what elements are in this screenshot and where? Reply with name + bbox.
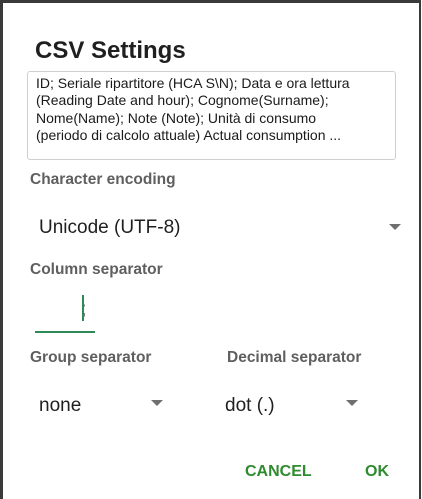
ok-button[interactable]: OK	[365, 463, 389, 481]
text-cursor	[82, 295, 84, 321]
dialog-title: CSV Settings	[35, 37, 186, 64]
column-separator-input[interactable]: ;	[35, 293, 95, 333]
caret-down-icon	[389, 224, 401, 230]
csv-settings-dialog: CSV Settings ID; Seriale ripartitore (HC…	[0, 0, 421, 499]
decimal-separator-select[interactable]: dot (.)	[213, 383, 373, 427]
group-separator-label: Group separator	[30, 349, 152, 366]
columns-text-line: (Reading Date and hour); Cognome(Surname…	[36, 92, 329, 109]
column-separator-label: Column separator	[30, 261, 163, 278]
character-encoding-value: Unicode (UTF-8)	[39, 217, 181, 238]
character-encoding-label: Character encoding	[30, 171, 176, 188]
columns-text-line: (periodo di calcolo attuale) Actual cons…	[36, 126, 342, 143]
cancel-button[interactable]: CANCEL	[245, 463, 312, 481]
input-underline	[35, 331, 95, 333]
columns-text-line: Nome(Name); Note (Note); Unità di consum…	[36, 109, 317, 126]
columns-list-field[interactable]: ID; Seriale ripartitore (HCA S\N); Data …	[27, 71, 396, 160]
decimal-separator-value: dot (.)	[225, 395, 275, 416]
character-encoding-select[interactable]: Unicode (UTF-8)	[27, 203, 412, 247]
decimal-separator-label: Decimal separator	[227, 349, 362, 366]
columns-text-line: ID; Seriale ripartitore (HCA S\N); Data …	[36, 75, 350, 91]
caret-down-icon	[151, 400, 163, 406]
caret-down-icon	[346, 400, 358, 406]
group-separator-select[interactable]: none	[27, 383, 177, 427]
group-separator-value: none	[39, 395, 82, 416]
